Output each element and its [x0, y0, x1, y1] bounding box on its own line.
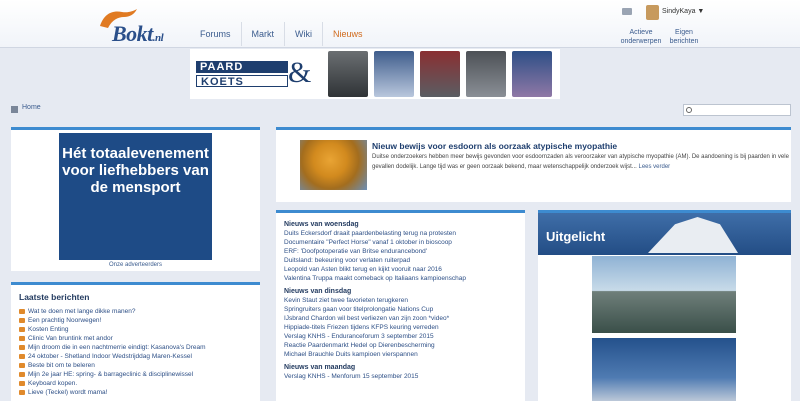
nav-forums[interactable]: Forums: [190, 22, 242, 46]
news-item[interactable]: Valentina Truppa maakt comeback op Itali…: [284, 274, 520, 283]
latest-post-label: Wat te doen met lange dikke manen?: [28, 308, 136, 315]
uitgelicht-panel: Uitgelicht: [538, 210, 791, 401]
username-menu[interactable]: SindyKaya ▼: [662, 8, 704, 15]
latest-post-label: Kosten Enting: [28, 326, 69, 333]
topic-icon: [19, 381, 25, 386]
latest-post-label: Een prachtig Noorwegen!: [28, 317, 102, 324]
news-item[interactable]: Verslag KNHS - Enduranceforum 3 septembe…: [284, 332, 520, 341]
latest-post-label: Clinic Van bruntink met andor: [28, 335, 113, 342]
news-item[interactable]: Kevin Staut ziet twee favorieten terugke…: [284, 296, 520, 305]
news-day-heading: Nieuws van dinsdag: [284, 288, 352, 295]
featured-photo-2[interactable]: [592, 338, 736, 401]
news-day-list: Duits Eckersdorf draait paardenbelasting…: [284, 229, 520, 283]
main-nav: Forums Markt Wiki Nieuws: [190, 22, 373, 46]
latest-post-label: Mijn 2e jaar HE: spring- & barrageclinic…: [28, 371, 194, 378]
top-header: Bokt.nl Forums Markt Wiki Nieuws SindyKa…: [0, 0, 800, 48]
banner-line1: PAARD: [196, 61, 288, 73]
site-logo[interactable]: Bokt.nl: [98, 9, 190, 46]
topic-icon: [19, 372, 25, 377]
latest-posts-list: Wat te doen met lange dikke manen? Een pr…: [19, 307, 254, 397]
latest-post-item[interactable]: Keyboard kopen.: [19, 379, 254, 388]
latest-post-item[interactable]: Lieve (Teckel) wordt mama!: [19, 388, 254, 397]
news-item[interactable]: Duitsland: bekeuring voor verlaten ruite…: [284, 256, 520, 265]
home-icon: [11, 106, 18, 113]
featured-photo-1[interactable]: [592, 256, 736, 333]
article-summary: Duitse onderzoekers hebben meer bewijs g…: [372, 154, 789, 170]
banner-photo-2: [374, 51, 414, 97]
topic-icon: [19, 309, 25, 314]
latest-post-item[interactable]: Mijn droom die in een nachtmerrie eindig…: [19, 343, 254, 352]
topic-icon: [19, 390, 25, 395]
featured-article: Nieuw bewijs voor esdoorn als oorzaak at…: [276, 127, 791, 202]
article-title[interactable]: Nieuw bewijs voor esdoorn als oorzaak at…: [372, 141, 617, 151]
topic-icon: [19, 345, 25, 350]
latest-post-item[interactable]: Beste bit om te beleren: [19, 361, 254, 370]
banner-ad[interactable]: PAARD KOETS &: [190, 49, 560, 99]
logo-text: Bokt.nl: [112, 21, 164, 46]
news-item[interactable]: Hippiade-titels Friezen tijdens KFPS keu…: [284, 323, 520, 332]
breadcrumb-home[interactable]: Home: [22, 104, 41, 111]
advertisers-link[interactable]: Onze adverteerders: [11, 262, 260, 268]
latest-post-label: 24 oktober - Shetland Indoor Wedstrijdda…: [28, 353, 192, 360]
nav-nieuws[interactable]: Nieuws: [323, 22, 373, 46]
latest-post-item[interactable]: Een prachtig Noorwegen!: [19, 316, 254, 325]
advertiser-panel: Hét totaalevenement voor liefhebbers van…: [11, 127, 260, 271]
news-list: Nieuws van woensdag Duits Eckersdorf draa…: [284, 221, 520, 381]
mail-icon[interactable]: [622, 8, 632, 15]
search-icon: [686, 107, 692, 113]
news-item[interactable]: Verslag KNHS - Menforum 15 september 201…: [284, 372, 520, 381]
topic-icon: [19, 318, 25, 323]
news-item[interactable]: ERF: 'Doofpotoperatie van Britse enduran…: [284, 247, 520, 256]
topic-icon: [19, 354, 25, 359]
news-day-list: Verslag KNHS - Menforum 15 september 201…: [284, 372, 520, 381]
banner-line2: KOETS: [196, 75, 288, 88]
avatar[interactable]: [646, 5, 659, 20]
news-item[interactable]: Springruiters gaan voor titelprolongatie…: [284, 305, 520, 314]
horse-head-image: [648, 217, 738, 253]
nav-wiki[interactable]: Wiki: [285, 22, 324, 46]
latest-post-item[interactable]: 24 oktober - Shetland Indoor Wedstrijdda…: [19, 352, 254, 361]
paard-koets-logo: PAARD KOETS &: [196, 52, 324, 96]
latest-post-item[interactable]: Kosten Enting: [19, 325, 254, 334]
topic-icon: [19, 336, 25, 341]
news-item[interactable]: IJsbrand Chardon wil best verliezen van …: [284, 314, 520, 323]
news-item[interactable]: Michael Brauchle Duits kampioen vierspan…: [284, 350, 520, 359]
latest-post-label: Beste bit om te beleren: [28, 362, 95, 369]
article-image[interactable]: [300, 140, 367, 190]
latest-posts-panel: Laatste berichten Wat te doen met lange …: [11, 282, 260, 401]
latest-post-label: Lieve (Teckel) wordt mama!: [28, 389, 108, 396]
nav-markt[interactable]: Markt: [242, 22, 286, 46]
topic-icon: [19, 327, 25, 332]
latest-post-item[interactable]: Clinic Van bruntink met andor: [19, 334, 254, 343]
news-day-list: Kevin Staut ziet twee favorieten terugke…: [284, 296, 520, 359]
news-day-heading: Nieuws van woensdag: [284, 221, 359, 228]
read-more-link[interactable]: Lees verder: [639, 164, 671, 170]
news-panel: Nieuws van woensdag Duits Eckersdorf draa…: [276, 210, 525, 401]
latest-post-label: Keyboard kopen.: [28, 380, 78, 387]
banner-photo-1: [328, 51, 368, 97]
news-item[interactable]: Duits Eckersdorf draait paardenbelasting…: [284, 229, 520, 238]
news-item[interactable]: Documentaire "Perfect Horse" vanaf 1 okt…: [284, 238, 520, 247]
ad-banner[interactable]: Hét totaalevenement voor liefhebbers van…: [59, 133, 212, 260]
news-item[interactable]: Reactie Paardenmarkt Hedel op Dierenbesc…: [284, 341, 520, 350]
uitgelicht-header: Uitgelicht: [538, 213, 791, 255]
banner-photo-4: [466, 51, 506, 97]
latest-post-item[interactable]: Wat te doen met lange dikke manen?: [19, 307, 254, 316]
uitgelicht-title: Uitgelicht: [546, 229, 606, 244]
banner-photo-3: [420, 51, 460, 97]
topic-icon: [19, 363, 25, 368]
search-input[interactable]: [683, 104, 791, 116]
own-posts-link[interactable]: Eigen berichten: [666, 28, 702, 46]
banner-photo-5: [512, 51, 552, 97]
news-day-heading: Nieuws van maandag: [284, 364, 356, 371]
active-topics-link[interactable]: Actieve onderwerpen: [616, 28, 666, 46]
latest-post-item[interactable]: Mijn 2e jaar HE: spring- & barrageclinic…: [19, 370, 254, 379]
latest-post-label: Mijn droom die in een nachtmerrie eindig…: [28, 344, 206, 351]
latest-posts-title: Laatste berichten: [19, 292, 90, 302]
banner-amp: &: [288, 56, 312, 89]
news-item[interactable]: Leopold van Asten blikt terug en kijkt v…: [284, 265, 520, 274]
